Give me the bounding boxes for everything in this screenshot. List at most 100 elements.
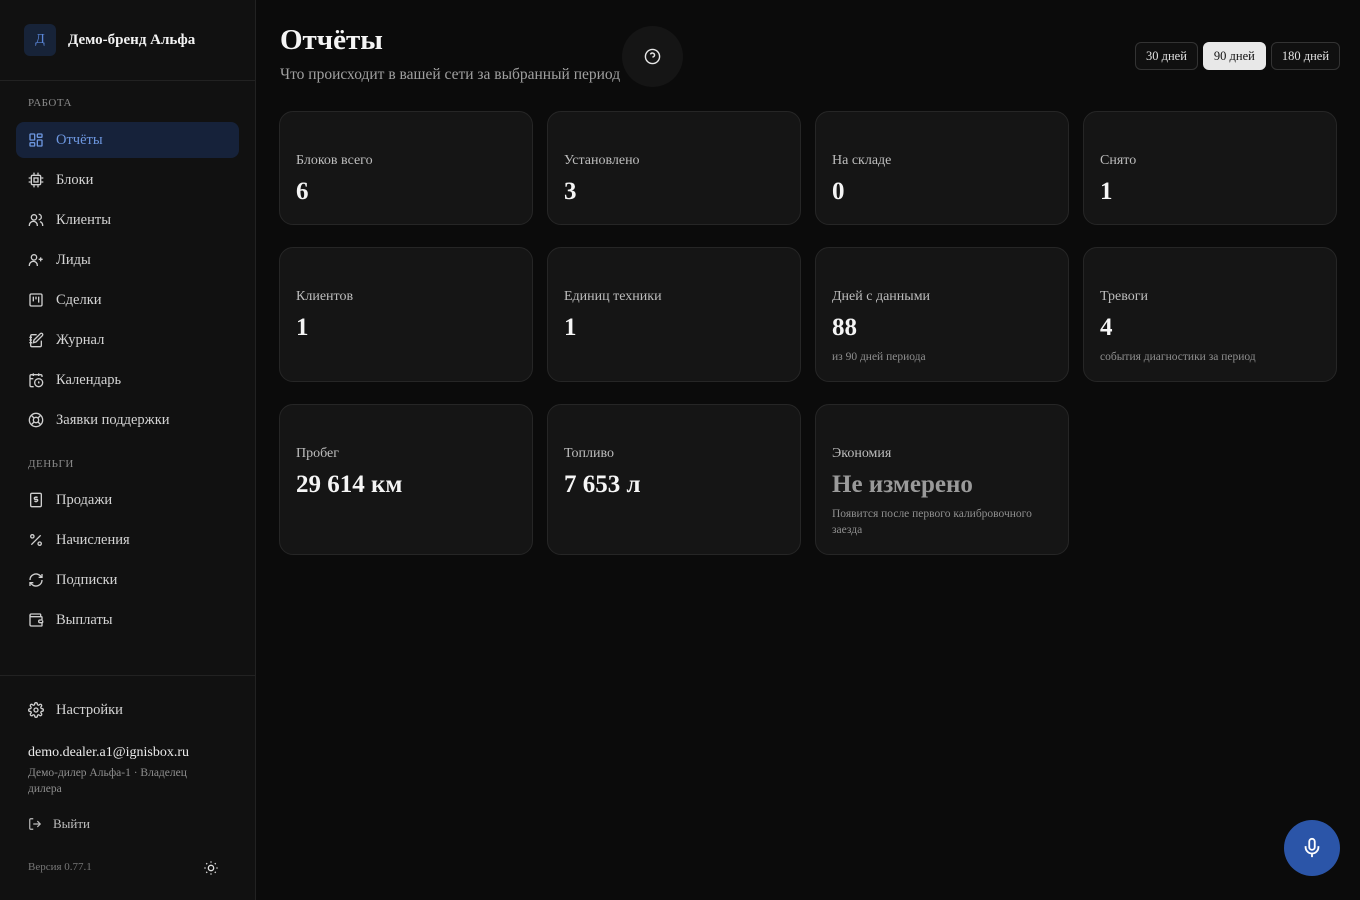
sidebar-divider xyxy=(0,80,256,81)
user-email: demo.dealer.a1@ignisbox.ru xyxy=(28,745,190,760)
stat-card-mileage: Пробег 29 614 км xyxy=(279,404,533,555)
period-selector: 30 дней 90 дней 180 дней xyxy=(1135,42,1341,70)
stat-value: 1 xyxy=(296,314,309,341)
theme-toggle-button[interactable] xyxy=(201,858,221,878)
brand[interactable]: Д Демо-бренд Альфа xyxy=(24,24,195,56)
sidebar-item-clients[interactable]: Клиенты xyxy=(16,202,239,238)
sidebar-item-label: Сделки xyxy=(56,291,102,308)
stat-note: Появится после первого калибровочного за… xyxy=(832,508,1032,536)
percent-icon xyxy=(28,532,44,548)
stat-label: На складе xyxy=(832,153,892,168)
sidebar-item-label: Лиды xyxy=(56,251,91,268)
sidebar-item-label: Журнал xyxy=(56,331,105,348)
sidebar-item-support[interactable]: Заявки поддержки xyxy=(16,402,239,438)
sidebar-item-label: Подписки xyxy=(56,571,118,588)
gear-icon xyxy=(28,702,44,718)
sidebar-item-calendar[interactable]: Календарь xyxy=(16,362,239,398)
stat-label: Блоков всего xyxy=(296,153,373,168)
dollar-receipt-icon xyxy=(28,492,44,508)
stat-label: Установлено xyxy=(564,153,640,168)
sidebar-item-label: Настройки xyxy=(56,701,123,718)
sidebar-item-subscriptions[interactable]: Подписки xyxy=(16,562,239,598)
section-label-money: ДЕНЬГИ xyxy=(28,458,74,470)
microphone-icon xyxy=(1301,837,1323,859)
stat-value: 7 653 л xyxy=(564,471,641,498)
stat-value: 4 xyxy=(1100,314,1113,341)
sidebar-item-label: Блоки xyxy=(56,171,94,188)
stat-card-in-stock: На складе 0 xyxy=(815,111,1069,225)
lifebuoy-icon xyxy=(28,412,44,428)
sidebar-item-label: Продажи xyxy=(56,491,113,508)
stat-label: Экономия xyxy=(832,446,892,461)
sidebar-item-journal[interactable]: Журнал xyxy=(16,322,239,358)
stat-label: Тревоги xyxy=(1100,289,1148,304)
stat-value: 29 614 км xyxy=(296,471,403,498)
stat-value: 1 xyxy=(1100,178,1113,205)
stat-value: 88 xyxy=(832,314,857,341)
stat-label: Снято xyxy=(1100,153,1137,168)
sidebar-item-label: Клиенты xyxy=(56,211,111,228)
sidebar-item-label: Заявки поддержки xyxy=(56,411,170,428)
notebook-pen-icon xyxy=(28,332,44,348)
calendar-clock-icon xyxy=(28,372,44,388)
app-root: Д Демо-бренд Альфа РАБОТА Отчёты Блоки К… xyxy=(0,0,1360,900)
dashboard-icon xyxy=(28,132,44,148)
stat-card-installed: Установлено 3 xyxy=(547,111,801,225)
stat-card-vehicles: Единиц техники 1 xyxy=(547,247,801,382)
logout-icon xyxy=(28,817,53,831)
brand-name: Демо-бренд Альфа xyxy=(68,31,196,48)
brand-logo: Д xyxy=(24,24,56,56)
stat-card-alarms: Тревоги 4 события диагностики за период xyxy=(1083,247,1337,382)
stat-card-clients: Клиентов 1 xyxy=(279,247,533,382)
stat-note: события диагностики за период xyxy=(1100,351,1256,363)
stat-label: Дней с данными xyxy=(832,289,931,304)
help-circle-icon xyxy=(644,48,661,65)
logout-button[interactable]: Выйти xyxy=(28,816,90,832)
stat-value: 0 xyxy=(832,178,845,205)
stat-value: 3 xyxy=(564,178,577,205)
sidebar-divider xyxy=(0,675,256,676)
sidebar-item-deals[interactable]: Сделки xyxy=(16,282,239,318)
stat-card-fuel: Топливо 7 653 л xyxy=(547,404,801,555)
app-version: Версия 0.77.1 xyxy=(28,861,92,873)
help-button[interactable] xyxy=(622,26,683,87)
kanban-icon xyxy=(28,292,44,308)
sidebar-item-blocks[interactable]: Блоки xyxy=(16,162,239,198)
refresh-icon xyxy=(28,572,44,588)
sidebar-item-accruals[interactable]: Начисления xyxy=(16,522,239,558)
period-90-button[interactable]: 90 дней xyxy=(1202,42,1266,70)
logout-label: Выйти xyxy=(53,816,91,831)
user-plus-icon xyxy=(28,252,44,268)
stat-card-days-with-data: Дней с данными 88 из 90 дней периода xyxy=(815,247,1069,382)
section-label-work: РАБОТА xyxy=(28,97,72,109)
sidebar-item-payouts[interactable]: Выплаты xyxy=(16,602,239,638)
page-title: Отчёты xyxy=(280,24,383,56)
voice-input-button[interactable] xyxy=(1284,820,1340,876)
user-role: Демо-дилер Альфа-1 · Владелец дилера xyxy=(28,767,187,795)
period-30-button[interactable]: 30 дней xyxy=(1135,42,1198,70)
sidebar-item-settings[interactable]: Настройки xyxy=(16,692,239,728)
stat-label: Пробег xyxy=(296,446,340,461)
wallet-icon xyxy=(28,612,44,628)
stat-label: Топливо xyxy=(564,446,614,461)
period-180-button[interactable]: 180 дней xyxy=(1270,42,1341,70)
sidebar-item-label: Календарь xyxy=(56,371,122,388)
sidebar-item-leads[interactable]: Лиды xyxy=(16,242,239,278)
stat-card-blocks-total: Блоков всего 6 xyxy=(279,111,533,225)
stat-card-savings: Экономия Не измерено Появится после перв… xyxy=(815,404,1069,555)
sidebar: Д Демо-бренд Альфа РАБОТА Отчёты Блоки К… xyxy=(0,0,256,900)
chip-icon xyxy=(28,172,44,188)
sun-icon xyxy=(203,860,219,876)
page-subtitle: Что происходит в вашей сети за выбранный… xyxy=(280,66,621,83)
stat-label: Единиц техники xyxy=(564,289,662,304)
sidebar-item-label: Отчёты xyxy=(56,131,103,148)
sidebar-item-reports[interactable]: Отчёты xyxy=(16,122,239,158)
sidebar-item-label: Выплаты xyxy=(56,611,113,628)
stat-value: 6 xyxy=(296,178,309,205)
stat-value: Не измерено xyxy=(832,471,973,498)
stat-card-removed: Снято 1 xyxy=(1083,111,1337,225)
sidebar-item-sales[interactable]: Продажи xyxy=(16,482,239,518)
stat-note: из 90 дней периода xyxy=(832,351,926,363)
stat-label: Клиентов xyxy=(296,289,354,304)
users-icon xyxy=(28,212,44,228)
